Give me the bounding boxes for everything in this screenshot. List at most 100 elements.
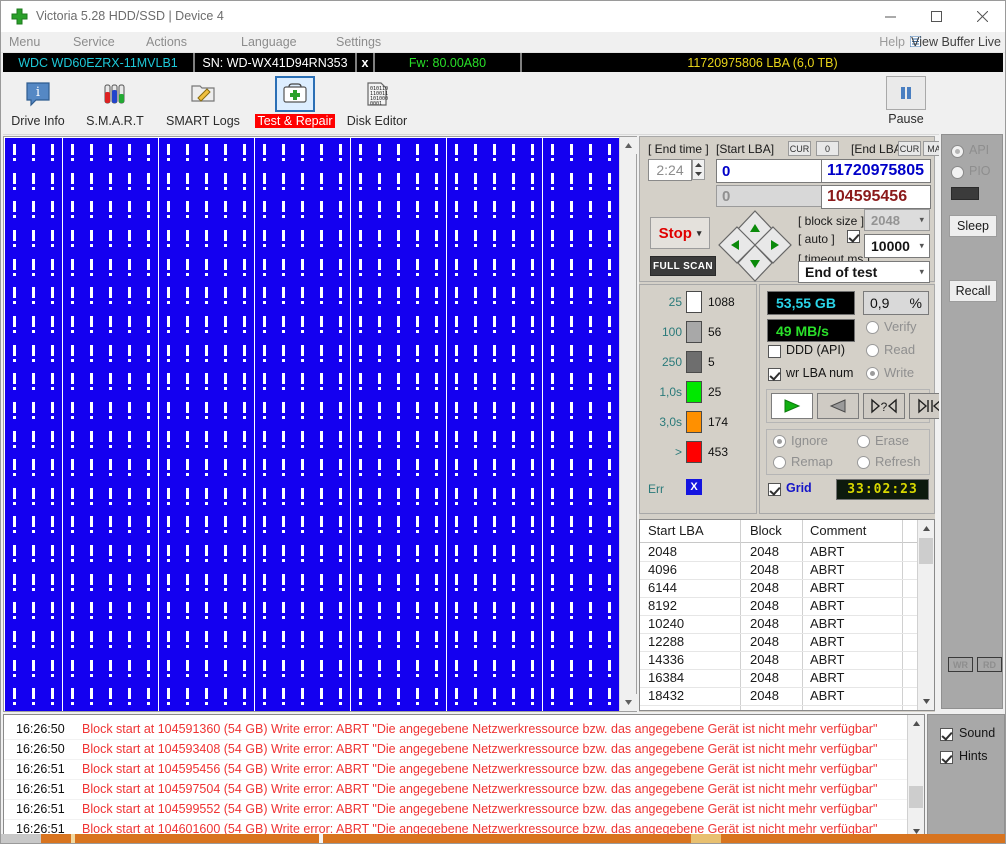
- exclamation-dot-icon: [339, 158, 343, 161]
- elapsed-timer: 33:02:23: [836, 479, 929, 500]
- log-panel[interactable]: 16:26:50 Block start at 104591360 (54 GB)…: [3, 714, 925, 841]
- stop-button[interactable]: Stop ▾: [650, 217, 710, 249]
- exclamation-dot-icon: [339, 473, 343, 477]
- exclamation-dot-icon: [128, 243, 132, 247]
- table-row[interactable]: 16384 2048 ABRT: [640, 669, 917, 688]
- end-lba-cur-button[interactable]: CUR: [898, 141, 921, 156]
- scan-grid-canvas[interactable]: [4, 137, 620, 711]
- col-block[interactable]: Block: [750, 523, 782, 538]
- scan-block: [197, 424, 216, 454]
- col-comment[interactable]: Comment: [810, 523, 866, 538]
- scan-grid-panel[interactable]: [3, 136, 637, 712]
- table-row[interactable]: 4096 2048 ABRT: [640, 561, 917, 580]
- start-backward-button[interactable]: [817, 393, 859, 419]
- api-radio[interactable]: [951, 145, 964, 158]
- table-row[interactable]: 2048 2048 ABRT: [640, 543, 917, 562]
- close-button[interactable]: [959, 1, 1005, 31]
- menu-item-help[interactable]: Help: [879, 35, 905, 49]
- scan-grid-scroll-up[interactable]: [620, 137, 637, 154]
- log-scroll-up[interactable]: [908, 715, 924, 732]
- exclamation-mark-icon: [281, 631, 285, 643]
- wr-indicator[interactable]: WR: [948, 657, 973, 672]
- grid-checkbox[interactable]: [768, 483, 781, 496]
- exclamation-mark-icon: [13, 287, 16, 299]
- toolbar-drive-info[interactable]: i Drive Info: [9, 76, 67, 132]
- menu-item-actions[interactable]: Actions: [146, 35, 187, 49]
- table-row[interactable]: 8192 2048 ABRT: [640, 597, 917, 616]
- mode-verify-radio[interactable]: [866, 321, 879, 334]
- menu-item-menu[interactable]: Menu: [9, 35, 40, 49]
- exclamation-dot-icon: [512, 301, 516, 305]
- log-scroll-thumb[interactable]: [909, 786, 923, 808]
- view-buffer-live-button[interactable]: View Buffer Live: [911, 35, 1001, 49]
- random-scan-button[interactable]: ?: [863, 393, 905, 419]
- log-entry[interactable]: 16:26:51 Block start at 104597504 (54 GB)…: [4, 779, 907, 800]
- repair-erase-radio[interactable]: [857, 435, 870, 448]
- defect-table-scroll-thumb[interactable]: [919, 538, 933, 564]
- defect-table-scroll-down[interactable]: [918, 693, 934, 710]
- scan-grid-scroll-down[interactable]: [620, 694, 637, 711]
- exclamation-dot-icon: [473, 186, 477, 190]
- toolbar-pause[interactable]: Pause: [877, 76, 935, 132]
- menu-item-settings[interactable]: Settings: [336, 35, 381, 49]
- start-lba-cur-button[interactable]: CUR: [788, 141, 811, 156]
- scan-block: [369, 424, 389, 454]
- log-entry[interactable]: 16:26:50 Block start at 104593408 (54 GB)…: [4, 739, 907, 760]
- auto-checkbox[interactable]: [847, 230, 860, 243]
- defect-table[interactable]: Start LBA Block Comment 2048 2048 ABRT 4096…: [639, 519, 935, 711]
- table-row[interactable]: 18432 2048 ABRT: [640, 687, 917, 706]
- os-taskbar[interactable]: [1, 834, 1005, 843]
- end-of-test-combo[interactable]: End of test ▾: [798, 261, 930, 283]
- col-start-lba[interactable]: Start LBA: [648, 523, 704, 538]
- defect-table-scroll-up[interactable]: [918, 520, 934, 537]
- toolbar-test-repair[interactable]: Test & Repair: [254, 76, 336, 132]
- sound-checkbox[interactable]: [940, 728, 953, 741]
- sleep-button[interactable]: Sleep: [949, 215, 997, 237]
- minimize-button[interactable]: [867, 1, 913, 31]
- table-row[interactable]: 6144 2048 ABRT: [640, 579, 917, 598]
- wr-lba-num-checkbox[interactable]: [768, 368, 781, 381]
- mode-read-radio[interactable]: [866, 344, 879, 357]
- start-lba-zero-button[interactable]: 0: [816, 141, 839, 156]
- table-row[interactable]: 12288 2048 ABRT: [640, 633, 917, 652]
- table-row[interactable]: 14336 2048 ABRT: [640, 651, 917, 670]
- toolbar-disk-editor[interactable]: 010110 110011 101000 0001 Disk Editor: [341, 76, 413, 132]
- maximize-button[interactable]: [913, 1, 959, 31]
- exclamation-dot-icon: [185, 415, 189, 419]
- end-time-spinner[interactable]: [692, 159, 705, 180]
- drive-x-badge[interactable]: x: [357, 53, 375, 72]
- timeout-combo[interactable]: 10000 ▾: [864, 234, 930, 258]
- pio-radio[interactable]: [951, 166, 964, 179]
- log-entry[interactable]: 16:26:50 Block start at 104591360 (54 GB)…: [4, 719, 907, 740]
- rd-indicator[interactable]: RD: [977, 657, 1002, 672]
- log-scrollbar[interactable]: [907, 715, 924, 840]
- log-entry[interactable]: 16:26:51 Block start at 104595456 (54 GB)…: [4, 759, 907, 780]
- table-row[interactable]: 10240 2048 ABRT: [640, 615, 917, 634]
- toolbar-smart-logs[interactable]: SMART Logs: [163, 76, 243, 132]
- log-entry[interactable]: 16:26:51 Block start at 104599552 (54 GB)…: [4, 799, 907, 820]
- scan-block: [293, 195, 312, 225]
- block-size-combo[interactable]: 2048 ▾: [864, 209, 930, 231]
- menu-item-service[interactable]: Service: [73, 35, 115, 49]
- ddd-api-checkbox[interactable]: [768, 345, 781, 358]
- scan-block: [24, 424, 44, 454]
- repair-ignore-radio[interactable]: [773, 435, 786, 448]
- exclamation-dot-icon: [32, 186, 36, 190]
- exclamation-mark-icon: [473, 229, 477, 241]
- repair-refresh-radio[interactable]: [857, 456, 870, 469]
- full-scan-button[interactable]: FULL SCAN: [650, 256, 716, 276]
- start-forward-button[interactable]: [771, 393, 813, 419]
- mode-write-radio[interactable]: [866, 367, 879, 380]
- hints-checkbox[interactable]: [940, 751, 953, 764]
- menu-item-language[interactable]: Language: [241, 35, 297, 49]
- scan-grid-scrollbar[interactable]: [619, 137, 637, 711]
- recall-button[interactable]: Recall: [949, 280, 997, 302]
- repair-remap-radio[interactable]: [773, 456, 786, 469]
- scan-block: [485, 195, 504, 225]
- end-lba-secondary[interactable]: 104595456: [821, 185, 931, 209]
- toolbar-smart[interactable]: S.M.A.R.T: [81, 76, 149, 132]
- defect-table-scrollbar[interactable]: [917, 520, 934, 710]
- end-lba-input[interactable]: 11720975805: [821, 159, 931, 183]
- scan-block: [139, 682, 159, 711]
- direction-pad[interactable]: [716, 209, 792, 282]
